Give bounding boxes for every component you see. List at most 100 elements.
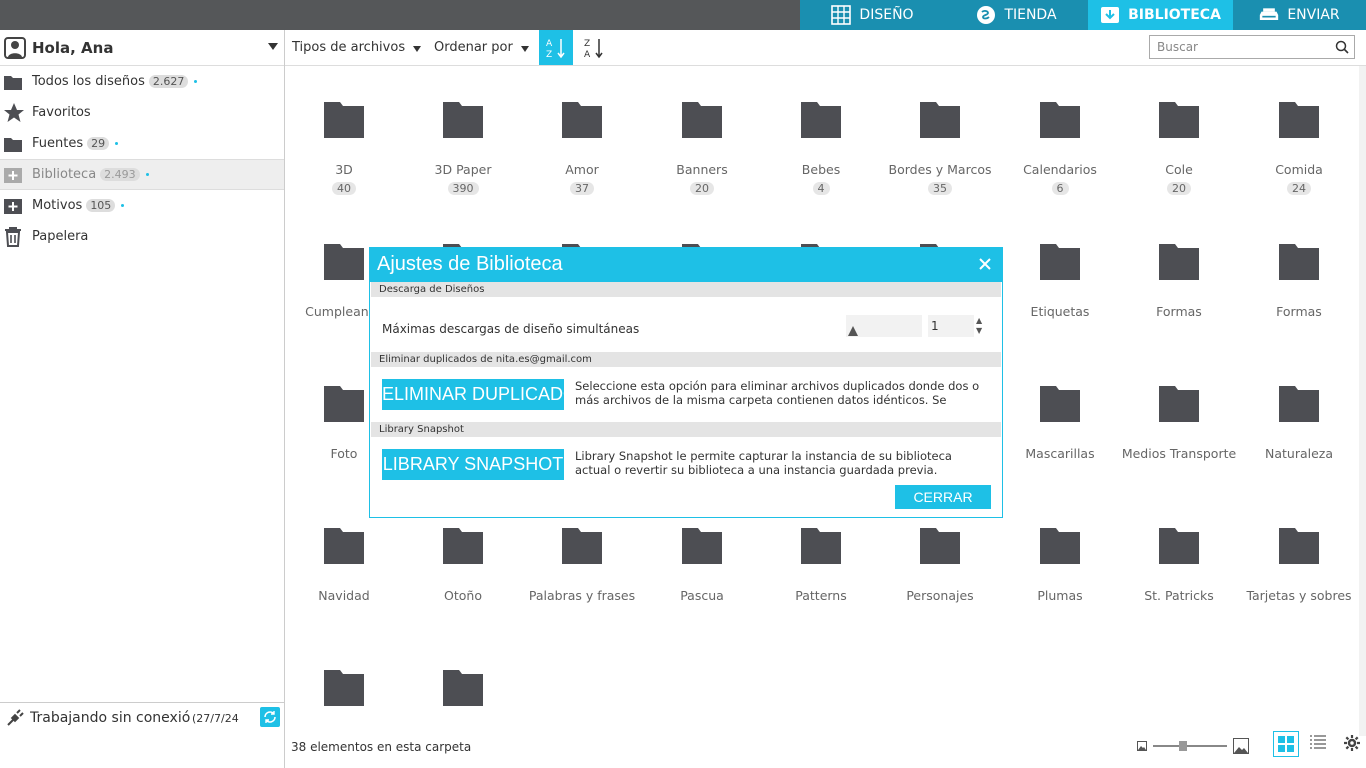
max-downloads-input[interactable]: 1 — [928, 315, 974, 337]
tab-design[interactable]: DISEÑO — [800, 0, 945, 30]
grid-view-button[interactable] — [1273, 731, 1299, 757]
sync-button[interactable] — [260, 707, 280, 727]
folder-item[interactable]: Banners 20 — [643, 100, 761, 196]
folder-item[interactable]: Medios Transporte — [1120, 384, 1238, 461]
indicator-dot — [194, 80, 198, 83]
folder-item[interactable]: Pascua — [643, 526, 761, 603]
max-downloads-slider[interactable] — [846, 315, 922, 337]
folder-name: Formas — [1276, 304, 1322, 319]
folder-icon — [324, 670, 364, 706]
sidebar-item-label: Fuentes — [32, 136, 84, 151]
folder-item[interactable]: Formas — [1120, 242, 1238, 319]
sidebar: Hola, Ana Todos los diseños 2.627 Favori… — [0, 30, 285, 768]
folder-item[interactable]: 3D Paper 390 — [404, 100, 522, 196]
folder-name: Tarjetas y sobres — [1246, 588, 1352, 603]
folder-item[interactable]: Tarjetas y sobres — [1240, 526, 1358, 603]
folder-count: 6 — [1051, 182, 1069, 195]
folder-item[interactable]: Plumas — [1001, 526, 1119, 603]
folder-count: 37 — [570, 182, 594, 195]
sidebar-item-library[interactable]: Biblioteca 2.493 — [0, 159, 284, 190]
zoom-slider[interactable] — [1153, 741, 1227, 751]
folder-name: Navidad — [318, 588, 370, 603]
tab-store[interactable]: TIENDA — [945, 0, 1088, 30]
svg-text:A: A — [546, 39, 553, 49]
library-snapshot-button[interactable]: LIBRARY SNAPSHOT — [382, 449, 564, 480]
folder-icon — [443, 670, 483, 706]
indicator-dot — [115, 142, 119, 145]
slider-thumb[interactable] — [848, 326, 858, 336]
folder-icon — [1159, 528, 1199, 564]
folder-name: St. Patricks — [1144, 588, 1214, 603]
folder-name: Cole — [1165, 162, 1193, 177]
duplicates-description: Seleccione esta opción para eliminar arc… — [575, 379, 980, 407]
folder-item[interactable]: Otoño — [404, 526, 522, 603]
folder-item[interactable]: 3D 40 — [285, 100, 403, 196]
sidebar-item-motifs[interactable]: Motivos 105 — [0, 190, 284, 221]
file-types-dropdown[interactable]: Tipos de archivos — [292, 40, 422, 55]
sort-za-button[interactable]: ZA — [577, 30, 611, 65]
sidebar-item-all-designs[interactable]: Todos los diseños 2.627 — [0, 66, 284, 97]
zoom-slider-thumb[interactable] — [1179, 741, 1187, 751]
folder-icon — [1279, 386, 1319, 422]
folder-item[interactable]: Mascarillas — [1001, 384, 1119, 461]
dialog-header: Ajustes de Biblioteca — [370, 248, 1002, 282]
folder-item[interactable]: Personajes — [881, 526, 999, 603]
scrollbar[interactable] — [1359, 66, 1366, 736]
folder-count: 35 — [928, 182, 952, 195]
chevron-down-icon[interactable] — [268, 43, 278, 50]
folder-item[interactable]: Patterns — [762, 526, 880, 603]
section-snapshot-header: Library Snapshot — [371, 422, 1001, 437]
folder-count: 20 — [690, 182, 714, 195]
tab-library[interactable]: BIBLIOTECA — [1088, 0, 1233, 30]
folder-item[interactable] — [404, 668, 522, 730]
cutter-icon — [1260, 8, 1279, 20]
snapshot-description: Library Snapshot le permite capturar la … — [575, 449, 952, 477]
folder-name: Calendarios — [1023, 162, 1097, 177]
count-badge: 2.493 — [100, 168, 140, 181]
folder-item[interactable]: Palabras y frases — [523, 526, 641, 603]
folder-item[interactable]: Navidad — [285, 526, 403, 603]
folder-item[interactable] — [285, 668, 403, 730]
folder-name: Patterns — [795, 588, 847, 603]
close-button[interactable]: CERRAR — [895, 485, 991, 509]
trash-icon — [5, 226, 21, 247]
library-settings-dialog: Ajustes de Biblioteca Descarga de Diseño… — [369, 247, 1003, 518]
user-menu[interactable]: Hola, Ana — [0, 30, 284, 66]
folder-item[interactable]: Bordes y Marcos 35 — [881, 100, 999, 196]
sidebar-item-label: Papelera — [32, 229, 89, 244]
folder-item[interactable]: Etiquetas — [1001, 242, 1119, 319]
gear-icon[interactable] — [1343, 734, 1361, 752]
tab-send[interactable]: ENVIAR — [1233, 0, 1366, 30]
folder-item[interactable]: Comida 24 — [1240, 100, 1358, 196]
folder-item[interactable]: Formas — [1240, 242, 1358, 319]
sort-az-button[interactable]: AZ — [539, 30, 573, 65]
sidebar-item-label: Todos los diseños — [32, 74, 145, 89]
max-downloads-stepper[interactable]: ▲ ▼ — [976, 316, 982, 336]
folder-item[interactable]: Cole 20 — [1120, 100, 1238, 196]
sidebar-item-favorites[interactable]: Favoritos — [0, 97, 284, 128]
image-large-icon — [1233, 738, 1249, 754]
remove-duplicates-button[interactable]: ELIMINAR DUPLICADOS — [382, 379, 564, 410]
folder-name: Mascarillas — [1025, 446, 1095, 461]
folder-icon — [1040, 386, 1080, 422]
grid-view-icon — [1278, 736, 1294, 752]
folder-icon — [1040, 244, 1080, 280]
section-download-header: Descarga de Diseños — [371, 282, 1001, 297]
folder-item[interactable]: Calendarios 6 — [1001, 100, 1119, 196]
sidebar-item-fonts[interactable]: Fuentes 29 — [0, 128, 284, 159]
search-box[interactable] — [1149, 35, 1355, 59]
folder-item[interactable]: St. Patricks — [1120, 526, 1238, 603]
list-view-icon[interactable] — [1309, 734, 1327, 752]
folder-item[interactable]: Bebes 4 — [762, 100, 880, 196]
sort-by-dropdown[interactable]: Ordenar por — [434, 40, 529, 55]
folder-item[interactable]: Amor 37 — [523, 100, 641, 196]
folder-name: Medios Transporte — [1121, 446, 1237, 461]
search-icon[interactable] — [1335, 40, 1349, 54]
folder-item[interactable]: Naturaleza — [1240, 384, 1358, 461]
folder-icon — [682, 102, 722, 138]
folder-name: Formas — [1156, 304, 1202, 319]
close-icon[interactable] — [978, 257, 992, 271]
sidebar-item-trash[interactable]: Papelera — [0, 221, 284, 252]
search-input[interactable] — [1150, 36, 1330, 58]
folder-icon — [324, 528, 364, 564]
